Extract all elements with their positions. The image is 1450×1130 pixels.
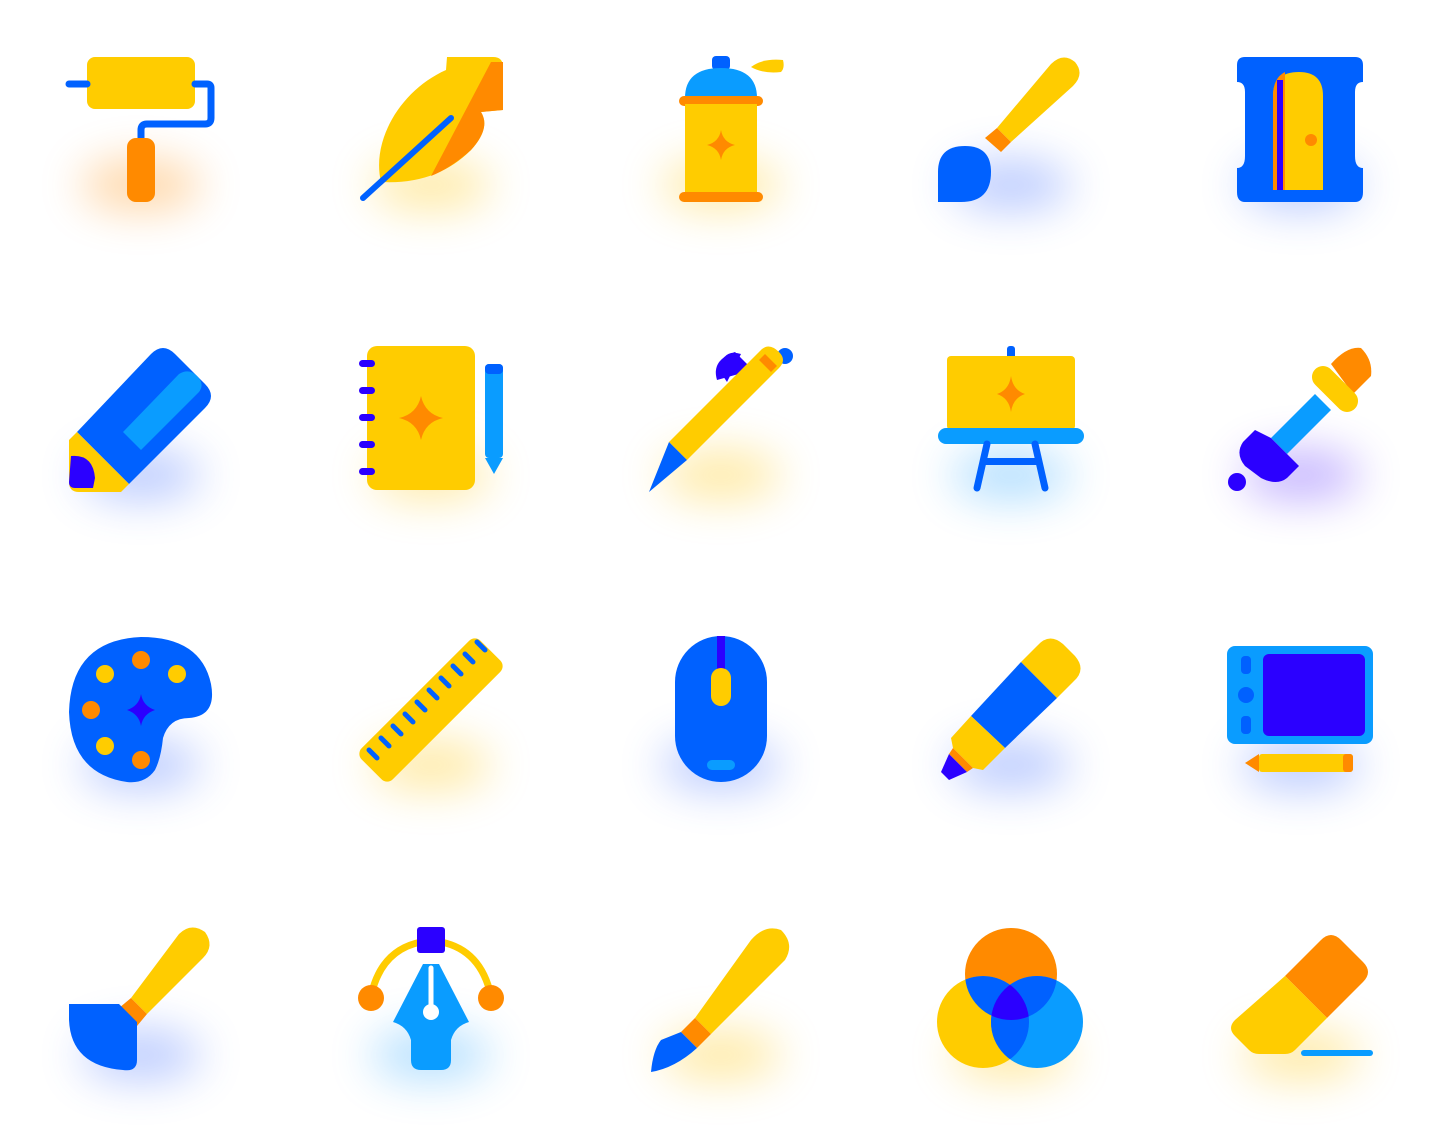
color-circles-icon [921,910,1101,1090]
paint-brush-icon [921,40,1101,220]
easel-icon [921,330,1101,510]
eyedropper-icon [1211,330,1391,510]
paint-roller-icon [51,40,231,220]
color-palette-icon [51,620,231,800]
sketchbook-icon [341,330,521,510]
pencil-sharpener-icon [1211,40,1391,220]
fountain-pen-icon [631,910,811,1090]
graphics-tablet-icon [1211,620,1391,800]
eraser-icon [1211,910,1391,1090]
bezier-pen-tool-icon [341,910,521,1090]
ruler-icon [341,620,521,800]
pencil-icon [51,330,231,510]
feather-quill-icon [341,40,521,220]
pen-icon [631,330,811,510]
spray-paint-can-icon [631,40,811,220]
highlighter-marker-icon [921,620,1101,800]
icon-sheet [0,0,1450,1130]
wide-brush-icon [51,910,231,1090]
computer-mouse-icon [631,620,811,800]
